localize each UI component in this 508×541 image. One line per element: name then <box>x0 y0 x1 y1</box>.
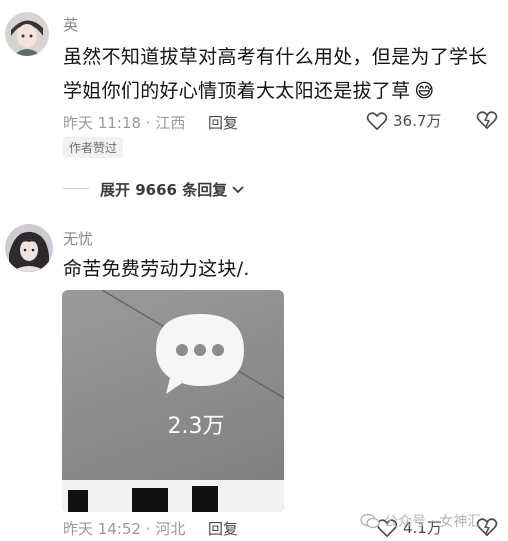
divider <box>63 188 89 189</box>
chevron-down-icon <box>232 185 244 193</box>
comment-text-part: 学姐你们的好心情顶着大太阳还是拔了草 <box>63 80 411 102</box>
username[interactable]: 无忧 <box>63 228 93 249</box>
comment-text-line: 学姐你们的好心情顶着大太阳还是拔了草 😅 <box>63 74 503 108</box>
meta-separator: · <box>141 114 156 132</box>
reply-button[interactable]: 回复 <box>208 518 238 539</box>
comment-meta: 昨天 14:52 · 河北 <box>63 518 185 539</box>
watermark: 公众号 · 女神汇 <box>360 511 481 531</box>
heart-icon <box>366 111 388 130</box>
comment-text: 虽然不知道拔草对高考有什么用处，但是为了学长 学姐你们的好心情顶着大太阳还是拔了… <box>63 40 503 108</box>
author-liked-badge: 作者赞过 <box>63 137 124 158</box>
wechat-icon <box>360 513 380 529</box>
emoji-icon: 😅 <box>414 80 435 102</box>
location: 江西 <box>155 114 186 132</box>
avatar[interactable] <box>5 12 49 56</box>
comment-bubble-icon <box>156 314 244 394</box>
like-count: 36.7万 <box>393 112 442 130</box>
timestamp: 昨天 14:52 <box>63 520 141 538</box>
reply-button[interactable]: 回复 <box>208 112 238 133</box>
avatar[interactable] <box>5 224 53 272</box>
username[interactable]: 英 <box>63 14 78 35</box>
expand-replies-label: 展开 9666 条回复 <box>100 181 228 199</box>
expand-replies-button[interactable]: 展开 9666 条回复 <box>100 179 245 200</box>
dislike-icon[interactable] <box>476 110 498 130</box>
timestamp: 昨天 11:18 <box>63 114 141 132</box>
comment-meta: 昨天 11:18 · 江西 <box>63 112 185 133</box>
comment-image[interactable]: 2.3万 <box>62 290 284 512</box>
location: 河北 <box>155 520 186 538</box>
comment-text-line: 虽然不知道拔草对高考有什么用处，但是为了学长 <box>63 46 488 68</box>
meta-separator: · <box>141 520 156 538</box>
comment-text: 命苦免费劳动力这块/. <box>63 258 250 280</box>
image-count: 2.3万 <box>167 414 225 439</box>
watermark-text: 公众号 · 女神汇 <box>384 514 482 530</box>
like-button[interactable]: 36.7万 <box>366 110 441 131</box>
